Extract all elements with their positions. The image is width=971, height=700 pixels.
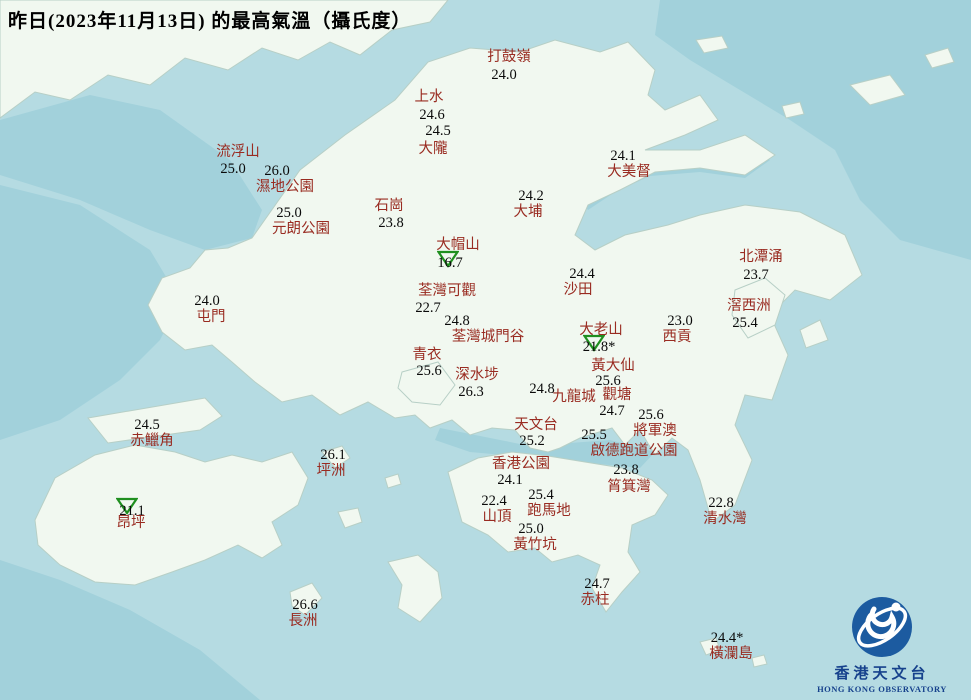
station-temperature: 21.8* <box>582 338 616 355</box>
station-temperature: 25.4 <box>528 486 554 503</box>
station-name: 九龍城 <box>552 388 596 405</box>
station-temperature: 24.8 <box>444 312 470 329</box>
station-temperature: 23.8 <box>613 461 639 478</box>
station-temperature: 24.8 <box>529 380 555 397</box>
station-temperature: 16.7 <box>437 254 463 271</box>
station-temperature: 24.0 <box>491 66 517 83</box>
station-temperature: 24.1 <box>610 147 636 164</box>
station-name: 大老山 <box>579 321 623 338</box>
station-temperature: 25.6 <box>416 362 442 379</box>
station-name: 跑馬地 <box>527 502 571 519</box>
hko-logo-name-en: HONG KONG OBSERVATORY <box>817 684 947 694</box>
station-name: 山頂 <box>482 508 512 525</box>
station-name: 北潭涌 <box>739 248 783 265</box>
station-name: 大美督 <box>607 163 651 180</box>
station-temperature: 24.5 <box>425 122 451 139</box>
station-name: 西貢 <box>662 328 692 345</box>
station-temperature: 24.7 <box>599 402 625 419</box>
hko-logo: 香港天文台 HONG KONG OBSERVATORY <box>807 595 957 694</box>
station-temperature: 25.4 <box>732 314 758 331</box>
station-temperature: 23.8 <box>378 214 404 231</box>
station-name: 香港公園 <box>492 455 550 472</box>
station-name: 荃灣可觀 <box>418 282 476 299</box>
station-temperature: 23.0 <box>667 312 693 329</box>
hko-logo-icon <box>852 597 912 657</box>
station-name: 筲箕灣 <box>607 478 651 495</box>
station-temperature: 25.0 <box>518 520 544 537</box>
station-temperature: 26.3 <box>458 383 484 400</box>
station-temperature: 22.7 <box>415 299 441 316</box>
weather-map: 昨日(2023年11月13日) 的最高氣溫（攝氏度） 打鼓嶺 24.0 上水 24.6… <box>0 0 971 700</box>
station-name: 清水灣 <box>703 510 747 527</box>
station-name: 石崗 <box>374 197 404 214</box>
station-name: 打鼓嶺 <box>487 48 531 65</box>
station-temperature: 25.6 <box>638 406 664 423</box>
station-name: 深水埗 <box>455 366 499 383</box>
station-name: 黃竹坑 <box>513 536 557 553</box>
station-name: 觀塘 <box>602 386 632 403</box>
station-temperature: 24.7 <box>584 575 610 592</box>
station-name: 大埔 <box>513 203 543 220</box>
station-temperature: 25.5 <box>581 426 607 443</box>
station-temperature: 25.0 <box>220 160 246 177</box>
station-name: 滘西洲 <box>727 297 771 314</box>
station-temperature: 23.7 <box>743 266 769 283</box>
station-temperature: 25.0 <box>276 204 302 221</box>
station-name: 元朗公園 <box>272 220 330 237</box>
station-temperature: 26.6 <box>292 596 318 613</box>
station-temperature: 22.4 <box>481 492 507 509</box>
station-temperature: 26.0 <box>264 162 290 179</box>
station-name: 赤柱 <box>580 591 610 608</box>
station-temperature: 22.8 <box>708 494 734 511</box>
station-name: 上水 <box>414 88 444 105</box>
station-name: 天文台 <box>514 416 558 433</box>
station-name: 荃灣城門谷 <box>451 328 525 345</box>
station-name: 沙田 <box>563 281 593 298</box>
hko-logo-name-zh: 香港天文台 <box>834 666 930 682</box>
station-name: 將軍澳 <box>633 422 677 439</box>
station-temperature: 24.6 <box>419 106 445 123</box>
station-name: 啟德跑道公園 <box>590 442 678 459</box>
station-temperature: 21.1 <box>119 502 145 519</box>
station-temperature: 24.0 <box>194 292 220 309</box>
station-name: 大帽山 <box>436 236 480 253</box>
station-temperature: 25.2 <box>519 432 545 449</box>
station-name: 長洲 <box>288 612 318 629</box>
station-temperature: 24.4 <box>569 265 595 282</box>
station-temperature: 26.1 <box>320 446 346 463</box>
station-name: 橫瀾島 <box>709 645 753 662</box>
station-name: 大隴 <box>418 140 448 157</box>
page-title: 昨日(2023年11月13日) 的最高氣溫（攝氏度） <box>8 11 412 32</box>
station-name: 赤鱲角 <box>130 432 174 449</box>
station-temperature: 25.6 <box>595 372 621 389</box>
station-temperature: 24.4* <box>710 629 744 646</box>
station-name: 屯門 <box>196 308 226 325</box>
station-name: 坪洲 <box>316 462 346 479</box>
station-temperature: 24.1 <box>497 471 523 488</box>
station-temperature: 24.5 <box>134 416 160 433</box>
station-name: 濕地公園 <box>256 178 314 195</box>
station-name: 青衣 <box>412 346 442 363</box>
station-temperature: 24.2 <box>518 187 544 204</box>
station-name: 流浮山 <box>216 143 260 160</box>
station-name: 黃大仙 <box>591 357 635 374</box>
